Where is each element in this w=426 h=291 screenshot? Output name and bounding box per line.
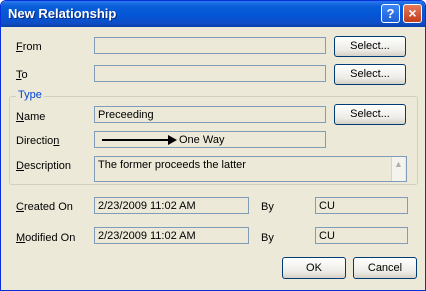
help-icon: ? [386, 6, 395, 21]
window-title: New Relationship [8, 6, 117, 21]
created-by-label: By [261, 201, 274, 213]
from-select-button[interactable]: Select... [334, 36, 406, 57]
new-relationship-dialog: New Relationship ? × From Select... To S… [0, 0, 426, 291]
to-label: To [16, 69, 28, 81]
from-label: From [16, 41, 42, 53]
to-select-button[interactable]: Select... [334, 64, 406, 85]
name-label: Name [16, 111, 46, 123]
direction-arrowhead-icon [168, 135, 177, 145]
close-icon: × [408, 5, 417, 21]
description-field[interactable]: The former proceeds the latter [94, 156, 407, 182]
help-button[interactable]: ? [381, 4, 400, 23]
direction-arrow-icon [102, 139, 174, 141]
description-label: Description [16, 160, 72, 172]
modified-on-field[interactable]: 2/23/2009 11:02 AM [94, 227, 249, 244]
close-button[interactable]: × [403, 4, 422, 23]
created-on-field[interactable]: 2/23/2009 11:02 AM [94, 197, 249, 214]
type-group-title: Type [16, 89, 44, 101]
modified-by-field[interactable]: CU [315, 227, 408, 244]
scroll-up-icon: ▲ [394, 159, 403, 169]
modified-by-label: By [261, 232, 274, 244]
direction-label: Direction [16, 135, 60, 147]
cancel-button[interactable]: Cancel [353, 257, 417, 279]
title-bar[interactable]: New Relationship ? × [1, 1, 425, 27]
created-on-label: Created On [16, 201, 73, 213]
to-field[interactable] [94, 65, 326, 82]
description-scrollbar[interactable]: ▲ [391, 157, 405, 181]
name-field[interactable]: Preceeding [94, 106, 326, 123]
modified-on-label: Modified On [16, 232, 76, 244]
from-field[interactable] [94, 37, 326, 54]
created-by-field[interactable]: CU [315, 197, 408, 214]
ok-button[interactable]: OK [282, 257, 346, 279]
name-select-button[interactable]: Select... [334, 104, 406, 125]
